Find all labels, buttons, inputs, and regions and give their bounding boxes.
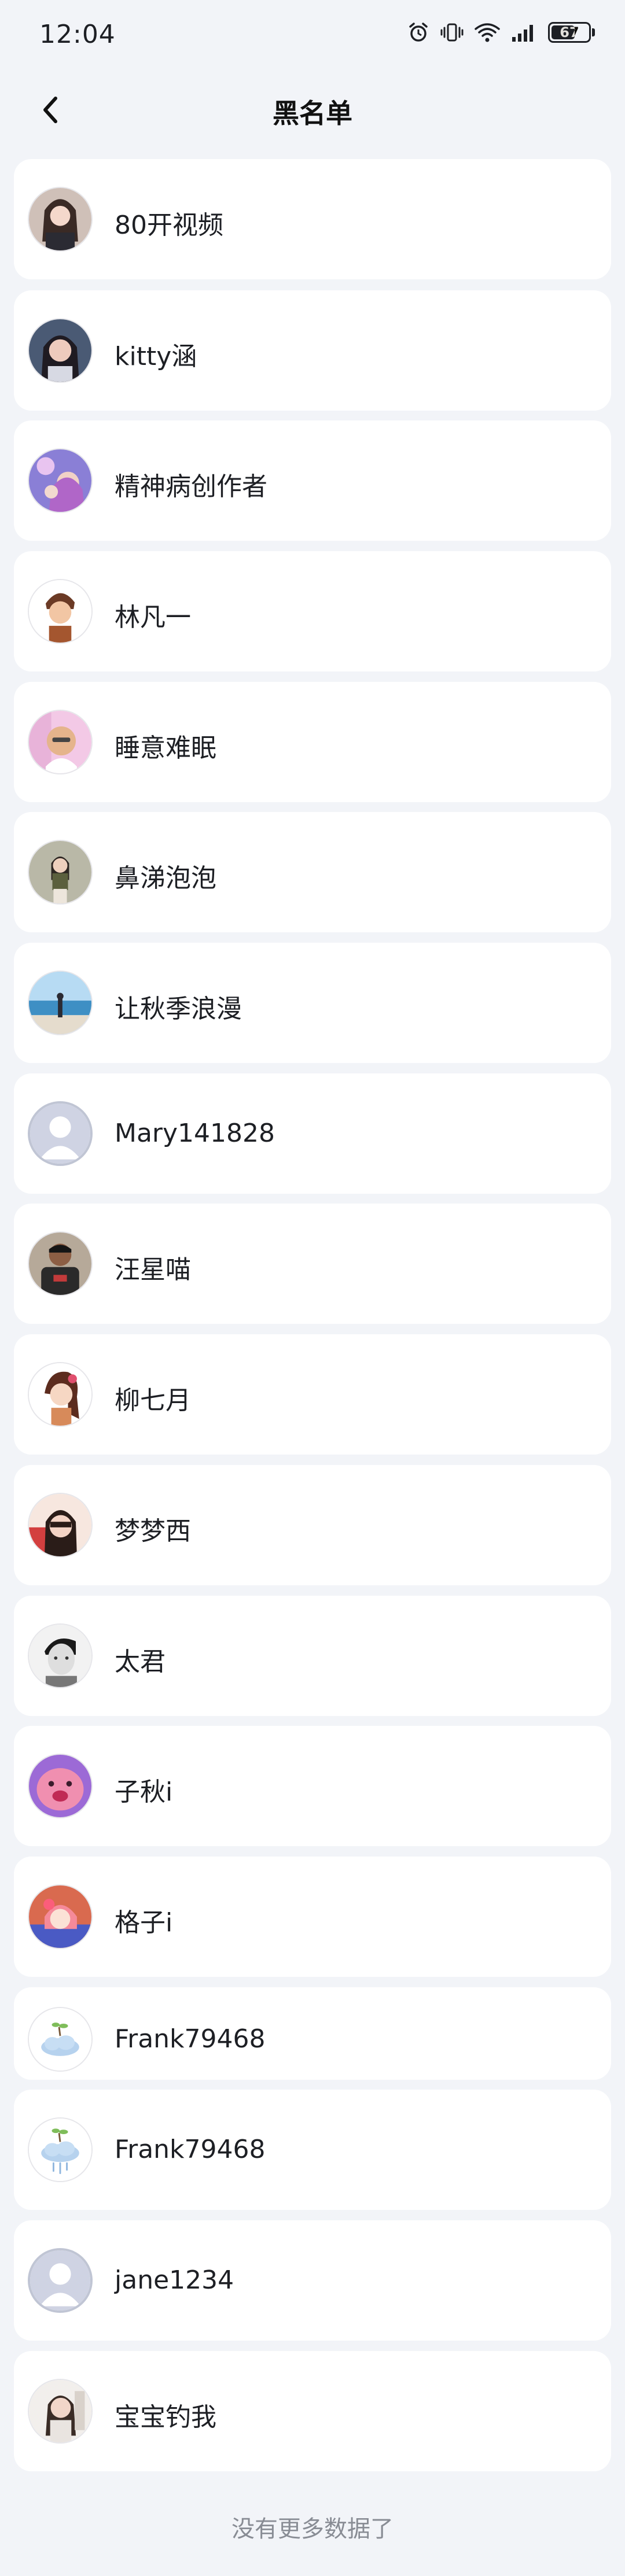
blocked-user-item[interactable]: 柳七月 bbox=[14, 1334, 611, 1455]
blocked-user-name: jane1234 bbox=[115, 2265, 234, 2295]
blocked-user-item[interactable]: 让秋季浪漫 bbox=[14, 943, 611, 1063]
blocked-user-name: 汪星喵 bbox=[115, 1255, 191, 1285]
blocked-user-name: 宝宝钓我 bbox=[115, 2402, 216, 2432]
vibrate-icon bbox=[440, 23, 464, 42]
blocked-user-name: 子秋i bbox=[115, 1777, 173, 1807]
blocked-user-name: 柳七月 bbox=[115, 1386, 191, 1415]
signal-icon bbox=[512, 25, 533, 42]
blocked-user-name: 太君 bbox=[115, 1647, 166, 1677]
blocked-user-item[interactable]: kitty涵 bbox=[14, 290, 611, 411]
avatar[interactable] bbox=[28, 579, 93, 644]
battery-icon: 67 bbox=[548, 22, 591, 43]
avatar[interactable] bbox=[28, 1754, 93, 1818]
blocked-user-item[interactable]: 子秋i bbox=[14, 1726, 611, 1846]
blocked-user-item[interactable]: 林凡一 bbox=[14, 551, 611, 671]
avatar[interactable] bbox=[28, 840, 93, 905]
blocked-user-item[interactable]: jane1234 bbox=[14, 2220, 611, 2341]
avatar[interactable] bbox=[28, 2007, 93, 2072]
blocked-user-name: Frank79468 bbox=[115, 2024, 266, 2054]
blocked-user-item[interactable]: 汪星喵 bbox=[14, 1204, 611, 1324]
avatar[interactable] bbox=[28, 2117, 93, 2182]
avatar[interactable] bbox=[28, 710, 93, 774]
nav-bar: 黑名单 bbox=[0, 75, 625, 145]
status-icons: 67 bbox=[407, 21, 595, 44]
blocked-user-name: Frank79468 bbox=[115, 2135, 266, 2164]
blocked-user-name: 梦梦西 bbox=[115, 1516, 191, 1546]
blocked-user-item[interactable]: 宝宝钓我 bbox=[14, 2351, 611, 2471]
blocked-user-name: 80开视频 bbox=[115, 211, 223, 240]
avatar[interactable] bbox=[28, 2379, 93, 2444]
blocked-user-item[interactable]: 睡意难眠 bbox=[14, 682, 611, 802]
blocked-user-name: 精神病创作者 bbox=[115, 472, 267, 501]
blocked-user-name: 林凡一 bbox=[115, 603, 191, 632]
avatar[interactable] bbox=[28, 1493, 93, 1558]
avatar[interactable] bbox=[28, 187, 93, 252]
avatar[interactable] bbox=[28, 318, 93, 383]
wifi-icon bbox=[475, 23, 500, 42]
no-more-data-text: 没有更多数据了 bbox=[231, 2516, 394, 2542]
blocked-user-item[interactable]: 精神病创作者 bbox=[14, 420, 611, 541]
avatar[interactable] bbox=[28, 1362, 93, 1427]
status-bar: 12:04 67 bbox=[0, 0, 625, 69]
alarm-icon bbox=[409, 23, 428, 42]
blocked-user-item[interactable]: 80开视频 bbox=[14, 159, 611, 279]
blocked-user-name: kitty涵 bbox=[115, 342, 197, 371]
battery-tip bbox=[592, 28, 595, 36]
page-title: 黑名单 bbox=[273, 98, 352, 129]
blocked-user-item[interactable]: Mary141828 bbox=[14, 1073, 611, 1194]
blocked-user-item[interactable]: 太君 bbox=[14, 1596, 611, 1716]
blocked-user-item[interactable]: Frank79468 bbox=[14, 2090, 611, 2210]
blocked-user-name: 睡意难眠 bbox=[115, 733, 216, 763]
avatar[interactable] bbox=[28, 1623, 93, 1688]
avatar[interactable] bbox=[28, 1231, 93, 1296]
blocked-user-name: Mary141828 bbox=[115, 1119, 275, 1148]
blocked-user-name: 鼻涕泡泡 bbox=[115, 863, 216, 893]
avatar[interactable] bbox=[28, 970, 93, 1035]
default-avatar-icon[interactable] bbox=[28, 1101, 93, 1166]
battery-level: 67 bbox=[560, 24, 579, 40]
blocked-user-item[interactable]: 梦梦西 bbox=[14, 1465, 611, 1585]
blocked-user-name: 格子i bbox=[115, 1908, 173, 1937]
avatar[interactable] bbox=[28, 448, 93, 513]
status-time: 12:04 bbox=[39, 20, 116, 49]
default-avatar-icon[interactable] bbox=[28, 2248, 93, 2313]
blocked-user-item[interactable]: 鼻涕泡泡 bbox=[14, 812, 611, 932]
blocked-user-item[interactable]: Frank79468 bbox=[14, 1987, 611, 2080]
avatar[interactable] bbox=[28, 1884, 93, 1949]
blocked-user-name: 让秋季浪漫 bbox=[115, 994, 242, 1024]
blocked-user-item[interactable]: 格子i bbox=[14, 1857, 611, 1977]
